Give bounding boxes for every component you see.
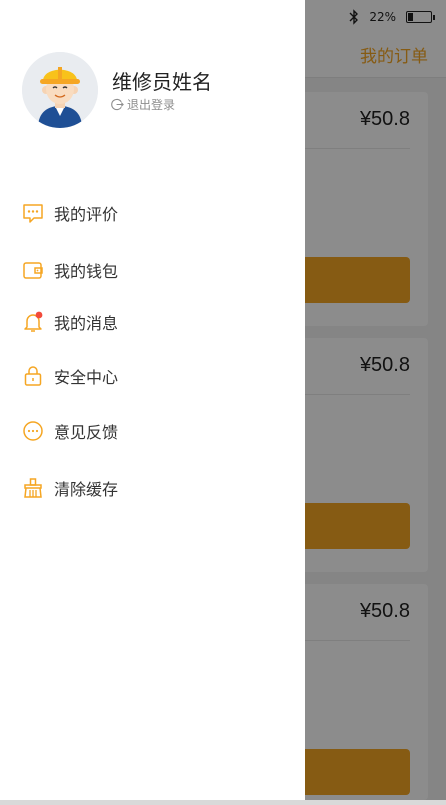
- bell-icon: [24, 311, 43, 332]
- worker-avatar-icon: [22, 52, 98, 128]
- broom-icon: [24, 478, 42, 498]
- menu-label: 安全中心: [54, 368, 119, 387]
- menu-label: 意见反馈: [54, 423, 119, 442]
- wallet-icon: [23, 262, 43, 279]
- logout-icon: [111, 98, 124, 111]
- user-name: 维修员姓名: [112, 70, 212, 94]
- menu-label: 清除缓存: [54, 480, 119, 499]
- menu-label: 我的钱包: [54, 262, 119, 281]
- unread-badge: [35, 311, 43, 319]
- menu-label: 我的消息: [54, 314, 119, 333]
- logout-link[interactable]: 退出登录: [111, 96, 175, 113]
- menu-item-clear-cache[interactable]: 清除缓存: [0, 468, 305, 508]
- menu-item-reviews[interactable]: 我的评价: [0, 193, 305, 233]
- lock-icon: [24, 366, 42, 386]
- menu-label: 我的评价: [54, 205, 119, 224]
- logout-label: 退出登录: [127, 98, 176, 112]
- comment-icon: [23, 204, 43, 223]
- menu-item-security[interactable]: 安全中心: [0, 356, 305, 396]
- bottom-edge: [0, 800, 446, 805]
- feedback-icon: [23, 421, 43, 441]
- avatar[interactable]: [22, 52, 98, 128]
- side-drawer: 维修员姓名 退出登录 我的评价 我的钱包 我的消息 安全中心 意见反馈 清除缓存: [0, 0, 305, 800]
- menu-item-wallet[interactable]: 我的钱包: [0, 250, 305, 290]
- menu-item-feedback[interactable]: 意见反馈: [0, 411, 305, 451]
- menu-item-messages[interactable]: 我的消息: [0, 302, 305, 342]
